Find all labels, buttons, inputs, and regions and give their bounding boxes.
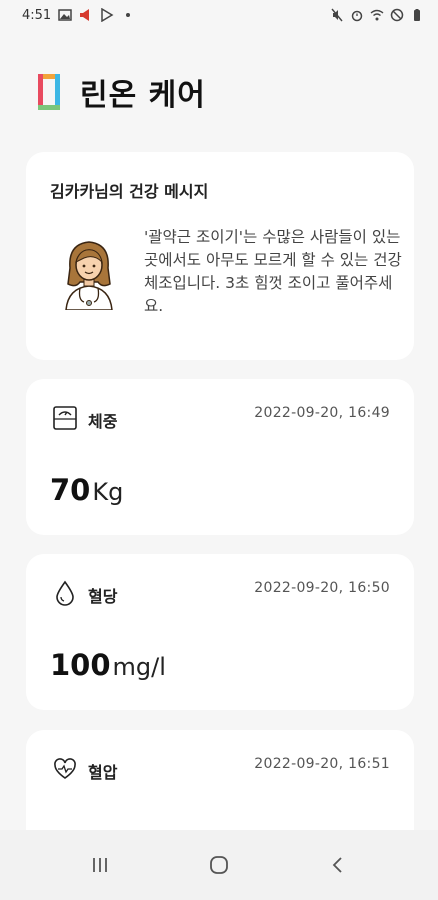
app-logo-icon bbox=[38, 74, 60, 110]
app-header: 린온 케어 bbox=[38, 70, 206, 114]
megaphone-icon bbox=[79, 8, 93, 22]
weight-label: 체중 bbox=[88, 412, 118, 431]
dot-icon bbox=[121, 8, 135, 22]
app-title: 린온 케어 bbox=[80, 78, 206, 113]
message-body: '괄약근 조이기'는 수많은 사람들이 있는 곳에서도 아무도 모르게 할 수 … bbox=[144, 228, 402, 315]
doctor-avatar-icon bbox=[65, 241, 113, 310]
blood-sugar-label: 혈당 bbox=[88, 587, 118, 606]
message-title: 김카카님의 건강 메시지 bbox=[50, 182, 209, 201]
drop-icon bbox=[52, 580, 78, 606]
navigation-bar bbox=[0, 830, 438, 900]
status-bar: 4:51 bbox=[0, 0, 438, 30]
blood-sugar-unit: mg/l bbox=[112, 653, 166, 681]
blood-pressure-timestamp: 2022-09-20, 16:51 bbox=[254, 756, 390, 772]
back-icon bbox=[333, 857, 342, 873]
blood-sugar-number: 100 bbox=[50, 648, 111, 682]
back-button[interactable] bbox=[308, 845, 368, 885]
heart-pulse-icon bbox=[52, 756, 78, 782]
home-icon bbox=[210, 856, 228, 874]
blood-sugar-card[interactable]: 혈당 2022-09-20, 16:50 100 mg/l bbox=[26, 554, 414, 710]
dnd-icon bbox=[390, 8, 404, 22]
recent-apps-button[interactable] bbox=[70, 845, 130, 885]
status-left: 4:51 bbox=[22, 8, 135, 23]
weight-timestamp: 2022-09-20, 16:49 bbox=[254, 405, 390, 421]
gallery-icon bbox=[58, 8, 72, 22]
status-right bbox=[330, 8, 424, 22]
blood-sugar-value: 100 mg/l bbox=[50, 648, 166, 682]
play-store-icon bbox=[100, 8, 114, 22]
health-message-card[interactable]: 김카카님의 건강 메시지 '괄약근 조이기'는 수많은 사람들이 있는 곳에서도… bbox=[26, 152, 414, 360]
alarm-icon bbox=[350, 8, 364, 22]
weight-number: 70 bbox=[50, 473, 91, 507]
weight-unit: Kg bbox=[92, 478, 124, 506]
wifi-icon bbox=[370, 8, 384, 22]
weight-value: 70 Kg bbox=[50, 473, 123, 507]
recent-apps-icon bbox=[92, 858, 107, 872]
mute-icon bbox=[330, 8, 344, 22]
weight-card[interactable]: 체중 2022-09-20, 16:49 70 Kg bbox=[26, 379, 414, 535]
home-button[interactable] bbox=[189, 845, 249, 885]
scale-icon bbox=[52, 405, 78, 431]
battery-icon bbox=[410, 8, 424, 22]
blood-sugar-timestamp: 2022-09-20, 16:50 bbox=[254, 580, 390, 596]
blood-pressure-label: 혈압 bbox=[88, 763, 118, 782]
status-time: 4:51 bbox=[22, 7, 52, 23]
